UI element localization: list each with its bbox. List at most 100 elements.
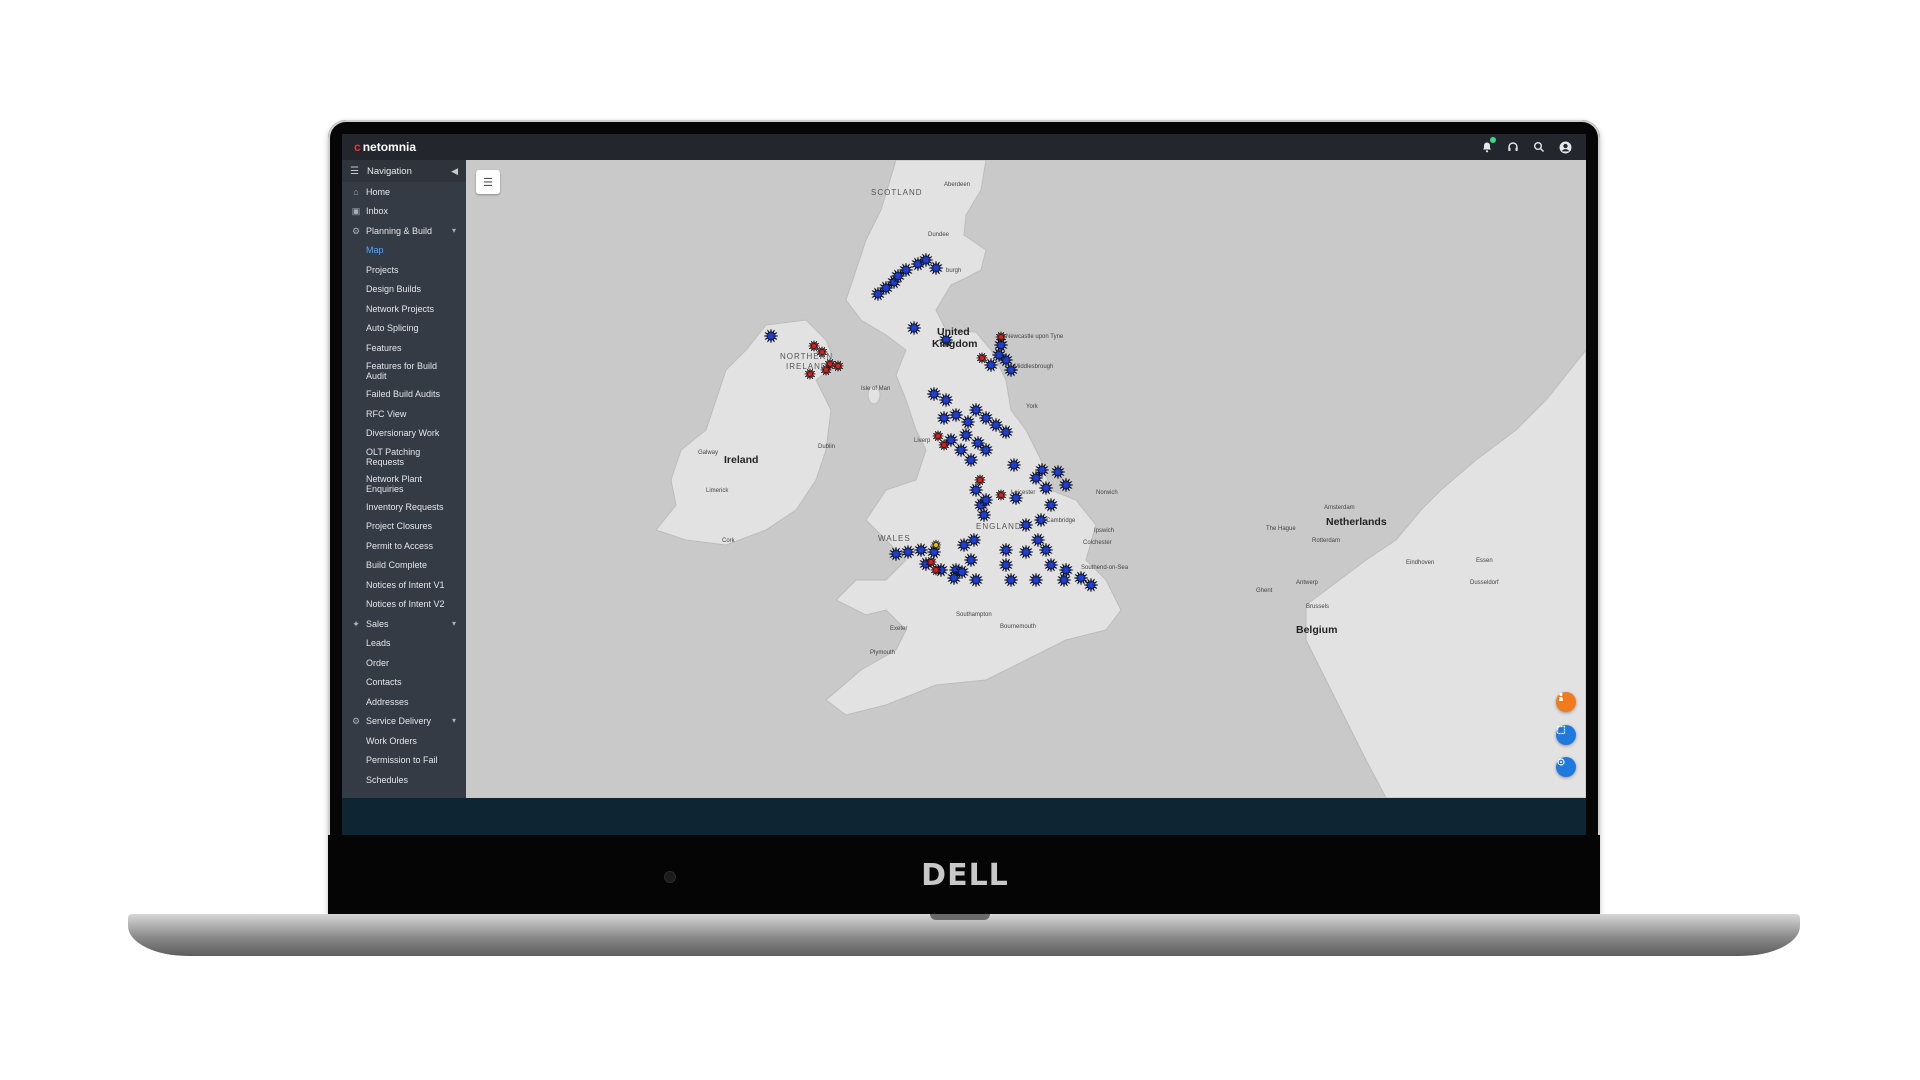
map-label-aberdeen: Aberdeen bbox=[944, 182, 971, 188]
select-area-button[interactable] bbox=[1556, 725, 1576, 745]
map-label-ipswich: Ipswich bbox=[1094, 528, 1115, 534]
sidebar-item-home[interactable]: ⌂ Home bbox=[342, 182, 466, 202]
sidebar-item-label: Inventory Requests bbox=[366, 501, 444, 512]
app-topbar: c netomnia bbox=[342, 134, 1586, 160]
sidebar-item-label: Notices of Intent V2 bbox=[366, 599, 445, 610]
home-icon: ⌂ bbox=[353, 186, 359, 197]
sidebar-item-label: Service Delivery bbox=[366, 716, 432, 727]
sidebar-item-inbox[interactable]: ▣ Inbox bbox=[342, 202, 466, 222]
laptop-hinge-notch bbox=[930, 914, 990, 920]
laptop-base bbox=[128, 914, 1800, 956]
map-label-isle-of-man: Isle of Man bbox=[861, 386, 891, 392]
map-label-burgh: burgh bbox=[946, 268, 962, 274]
sidebar-item-label: Inbox bbox=[366, 206, 389, 217]
map-label-england: ENGLAND bbox=[976, 522, 1022, 531]
map-label-brussels: Brussels bbox=[1306, 604, 1330, 610]
map-label-ireland-ni: IRELAND bbox=[786, 362, 828, 371]
map-label-limerick: Limerick bbox=[706, 488, 729, 494]
map-label-exeter: Exeter bbox=[890, 626, 908, 632]
app-logo[interactable]: c netomnia bbox=[354, 140, 416, 154]
sidebar-item-label: Contacts bbox=[366, 677, 402, 688]
chevron-down-icon: ▾ bbox=[451, 618, 456, 628]
map-label-cork: Cork bbox=[722, 538, 735, 544]
sidebar-item-map[interactable]: Map bbox=[342, 241, 466, 261]
sidebar-item-features[interactable]: Features bbox=[342, 338, 466, 358]
sidebar-item-permission-to-fail[interactable]: Permission to Fail bbox=[342, 751, 466, 771]
logo-mark: c bbox=[354, 140, 361, 154]
sidebar-item-label: Project Closures bbox=[366, 521, 433, 532]
sidebar-item-label: Auto Splicing bbox=[366, 323, 419, 334]
laptop-screen: c netomnia ☰ Navigation ◀ ⌂ Home ▣ Inbox… bbox=[342, 134, 1586, 835]
bell-icon[interactable] bbox=[1480, 137, 1496, 154]
sidebar-item-project-closures[interactable]: Project Closures bbox=[342, 517, 466, 537]
sidebar-item-label: Network Plant Enquiries bbox=[366, 473, 423, 494]
search-icon[interactable] bbox=[1532, 140, 1546, 154]
sidebar-item-notices-v1[interactable]: Notices of Intent V1 bbox=[342, 575, 466, 595]
chevron-down-icon: ▾ bbox=[451, 225, 456, 235]
sidebar-item-label: Network Projects bbox=[366, 303, 435, 314]
sidebar-item-leads[interactable]: Leads bbox=[342, 634, 466, 654]
sidebar-item-label: Order bbox=[366, 657, 390, 668]
map-label-belgium: Belgium bbox=[1296, 624, 1338, 636]
sidebar-item-work-orders[interactable]: Work Orders bbox=[342, 731, 466, 751]
sidebar-item-label: Projects bbox=[366, 264, 399, 275]
map-label-wales: WALES bbox=[878, 534, 911, 543]
sidebar-item-network-plant-enquiries[interactable]: Network Plant Enquiries bbox=[342, 470, 466, 497]
map-label-northern: NORTHERN bbox=[780, 352, 834, 361]
sidebar-item-failed-build-audits[interactable]: Failed Build Audits bbox=[342, 385, 466, 405]
sidebar-item-addresses[interactable]: Addresses bbox=[342, 692, 466, 712]
map-label-eindhoven: Eindhoven bbox=[1406, 560, 1435, 566]
dell-logo: DELL bbox=[921, 857, 1009, 893]
logo-text: netomnia bbox=[362, 140, 417, 154]
sidebar-item-diversionary-work[interactable]: Diversionary Work bbox=[342, 424, 466, 444]
map-label-bournemouth: Bournemouth bbox=[1000, 624, 1037, 630]
map-label-cambridge: Cambridge bbox=[1046, 518, 1076, 524]
sidebar-item-auto-splicing[interactable]: Auto Splicing bbox=[342, 319, 466, 339]
locate-me-button[interactable] bbox=[1556, 757, 1576, 777]
sidebar-item-contacts[interactable]: Contacts bbox=[342, 673, 466, 693]
sidebar-item-label: Design Builds bbox=[366, 284, 422, 295]
street-view-button[interactable] bbox=[1556, 692, 1576, 712]
map-label-southend: Southend-on-Sea bbox=[1081, 565, 1129, 571]
map-label-ireland: Ireland bbox=[724, 454, 759, 466]
user-icon[interactable] bbox=[1558, 140, 1572, 154]
collapse-chevron-icon[interactable]: ◀ bbox=[451, 166, 458, 177]
sidebar-item-order[interactable]: Order bbox=[342, 653, 466, 673]
sidebar-item-rfc-view[interactable]: RFC View bbox=[342, 404, 466, 424]
map-label-ghent: Ghent bbox=[1256, 588, 1273, 594]
map-label-kingdom: Kingdom bbox=[932, 338, 978, 350]
map-label-scotland: SCOTLAND bbox=[871, 188, 923, 197]
sidebar-item-features-build-audit[interactable]: Features for Build Audit bbox=[342, 358, 466, 385]
sidebar-item-inventory-requests[interactable]: Inventory Requests bbox=[342, 497, 466, 517]
sidebar-item-service-delivery[interactable]: ⚙ Service Delivery ▾ bbox=[342, 712, 466, 732]
sidebar-item-label: Home bbox=[366, 186, 391, 197]
map-label-york: York bbox=[1026, 404, 1038, 410]
map-label-amsterdam: Amsterdam bbox=[1324, 505, 1355, 511]
sidebar-item-label: Diversionary Work bbox=[366, 428, 440, 439]
sidebar-item-label: Planning & Build bbox=[366, 225, 433, 236]
map-label-dundee: Dundee bbox=[928, 232, 950, 238]
sidebar-item-label: Failed Build Audits bbox=[366, 389, 441, 400]
sidebar-item-network-projects[interactable]: Network Projects bbox=[342, 299, 466, 319]
sidebar-item-planning-build[interactable]: ⚙ Planning & Build ▾ bbox=[342, 221, 466, 241]
map-canvas bbox=[466, 160, 1586, 798]
sidebar-item-notices-v2[interactable]: Notices of Intent V2 bbox=[342, 595, 466, 615]
map-layers-menu-button[interactable]: ☰ bbox=[476, 170, 500, 194]
map-label-colchester: Colchester bbox=[1083, 540, 1112, 546]
map-label-galway: Galway bbox=[698, 450, 719, 456]
sidebar-item-label: Features for Build Audit bbox=[366, 361, 438, 381]
map-label-plymouth: Plymouth bbox=[870, 650, 896, 656]
sidebar-item-build-complete[interactable]: Build Complete bbox=[342, 556, 466, 576]
sidebar-item-design-builds[interactable]: Design Builds bbox=[342, 280, 466, 300]
hamburger-icon[interactable]: ☰ bbox=[350, 166, 359, 177]
sidebar-item-projects[interactable]: Projects bbox=[342, 260, 466, 280]
headset-icon[interactable] bbox=[1506, 140, 1520, 154]
sidebar-item-schedules[interactable]: Schedules bbox=[342, 770, 466, 790]
sidebar-item-permit-to-access[interactable]: Permit to Access bbox=[342, 536, 466, 556]
map-label-united: United bbox=[937, 326, 970, 338]
sidebar-item-olt-patching[interactable]: OLT Patching Requests bbox=[342, 443, 466, 470]
sidebar-item-sales[interactable]: ✦ Sales ▾ bbox=[342, 614, 466, 634]
map-label-essen: Essen bbox=[1476, 558, 1493, 564]
map-view[interactable]: ☰ SCOTLAND Aberdeen Dundee burgh United … bbox=[466, 160, 1586, 798]
sidebar-item-label: Addresses bbox=[366, 696, 409, 707]
